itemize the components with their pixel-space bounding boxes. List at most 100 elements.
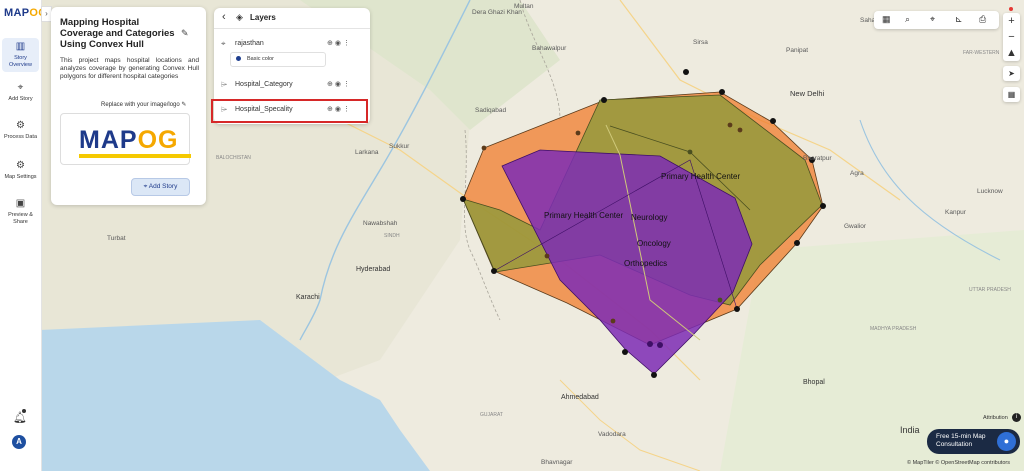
place-label: Multan (514, 3, 534, 10)
hospital-point[interactable] (719, 89, 725, 95)
story-logo[interactable]: MAPOG (60, 113, 191, 165)
measure-icon[interactable]: ⊾ (955, 14, 963, 25)
consult-text: Free 15-min Map Consultation (936, 433, 986, 448)
hospital-point[interactable] (717, 297, 723, 303)
add-story-button[interactable]: ⌖ Add Story (131, 178, 190, 196)
place-label: Ahmedabad (561, 394, 599, 401)
edit-pencil-icon: ✎ (181, 102, 187, 108)
place-label: Hyderabad (356, 266, 390, 273)
place-label: Gwalior (844, 223, 867, 230)
rail-label: Map Settings (4, 174, 37, 180)
hospital-point[interactable] (601, 97, 607, 103)
polygon-label: Neurology (631, 213, 667, 222)
left-rail: MAPOG ▥ Story Overview ⌖ Add Story ⚙ Pro… (0, 0, 47, 471)
place-label: New Delhi (790, 89, 825, 98)
polygon-label: Oncology (637, 239, 671, 248)
layers-title: Layers (250, 13, 276, 22)
hospital-point[interactable] (734, 306, 740, 312)
hospital-point[interactable] (657, 342, 663, 348)
info-icon[interactable]: i (1012, 413, 1021, 422)
zoom-control: + − ▲ (1003, 13, 1020, 61)
attribution-label[interactable]: Attribution (983, 415, 1008, 421)
rail-preview-share[interactable]: ▣ Preview & Share (2, 198, 39, 226)
region-label: BALOCHISTAN (216, 155, 251, 161)
hospital-point[interactable] (575, 130, 581, 136)
hospital-point[interactable] (683, 69, 689, 75)
hospital-point[interactable] (460, 196, 466, 202)
rail-process-data[interactable]: ⚙ Process Data (2, 120, 39, 141)
search-icon[interactable]: ⌕ (905, 14, 910, 25)
story-panel: Mapping Hospital Coverage and Categories… (51, 7, 206, 205)
zoom-out-button[interactable]: − (1003, 29, 1020, 45)
preview-icon: ▣ (15, 198, 26, 209)
rail-label: Story Overview (9, 55, 32, 68)
hospital-point[interactable] (651, 372, 657, 378)
hospital-point[interactable] (820, 203, 826, 209)
layer-name: Hospital_Category (235, 81, 293, 88)
region-label: MADHYA PRADESH (870, 326, 917, 332)
map-icon: ▥ (15, 41, 26, 52)
hospital-point[interactable] (687, 149, 693, 155)
hospital-point[interactable] (647, 341, 653, 347)
place-label: Dera Ghazi Khan (472, 9, 522, 16)
layers-icon: ◈ (236, 12, 243, 22)
rail-map-settings[interactable]: ⚙ Map Settings (2, 160, 39, 181)
hospital-point[interactable] (610, 318, 616, 324)
compass-icon[interactable]: ▲ (1003, 45, 1020, 61)
hospital-point[interactable] (770, 118, 776, 124)
region-label: SINDH (384, 233, 400, 239)
story-title: Mapping Hospital Coverage and Categories… (60, 17, 175, 50)
navigate-icon[interactable]: ➤ (1003, 66, 1020, 81)
place-label: Sirsa (693, 39, 708, 46)
edit-pencil-icon[interactable]: ✎ (181, 28, 189, 39)
process-icon: ⚙ (16, 120, 25, 131)
locate-icon[interactable]: ⌖ (930, 14, 935, 25)
bell-icon[interactable]: 🔔︎ (13, 411, 27, 424)
layer-actions[interactable]: ⊕◉⋮ (327, 39, 352, 47)
gear-icon: ⚙ (16, 160, 25, 171)
pin-icon: ⌖ (17, 82, 24, 93)
back-chevron-icon[interactable]: ‹ (222, 11, 226, 23)
story-description: This project maps hospital locations and… (60, 57, 199, 80)
region-label: UTTAR PRADESH (969, 287, 1011, 293)
polygon-icon: ⌲ (221, 80, 228, 89)
hospital-point[interactable] (491, 268, 497, 274)
rail-label: Process Data (3, 134, 37, 140)
layer-name: rajasthan (235, 40, 264, 47)
rail-label: Add Story (8, 96, 33, 102)
pin-icon: ⌖ (221, 39, 226, 48)
place-label: Karachi (296, 294, 320, 301)
zoom-in-button[interactable]: + (1003, 13, 1020, 29)
layer-hospital-category[interactable]: ⌲ Hospital_Category ⊕◉⋮ (214, 76, 370, 96)
rail-story-overview[interactable]: ▥ Story Overview (2, 38, 39, 72)
hospital-point[interactable] (727, 122, 733, 128)
basic-color-chip[interactable]: Basic color (230, 52, 326, 67)
replace-logo-link[interactable]: Replace with your image/logo ✎ (101, 101, 186, 108)
layer-actions[interactable]: ⊕◉⋮ (327, 80, 352, 88)
print-icon[interactable]: ⎙ (979, 14, 986, 25)
place-label: Bhavnagar (541, 459, 573, 466)
consultation-button[interactable]: Free 15-min Map Consultation ● (927, 429, 1020, 454)
avatar[interactable]: A (12, 435, 26, 449)
polygon-label: Orthopedics (624, 259, 667, 268)
color-dot (236, 56, 241, 62)
pin-icon: ⌖ (143, 183, 148, 190)
hospital-point[interactable] (737, 127, 743, 133)
place-label: Vadodara (598, 431, 626, 438)
hospital-point[interactable] (622, 349, 628, 355)
map-tool-icon[interactable]: ▦ (882, 14, 891, 25)
grid-icon[interactable]: ▦ (1003, 87, 1020, 102)
region-label: GUJARAT (480, 412, 503, 418)
place-label: Agra (850, 170, 864, 177)
copyright-text: © MapTiler © OpenStreetMap contributors (907, 460, 1010, 466)
rail-add-story[interactable]: ⌖ Add Story (2, 82, 39, 103)
layers-header: ‹ ◈ Layers (214, 8, 370, 29)
place-label: Nawabshah (363, 220, 398, 227)
hospital-point[interactable] (544, 253, 550, 259)
hospital-point[interactable] (481, 145, 487, 151)
place-label: Sukkur (389, 143, 410, 150)
notification-dot (22, 409, 26, 413)
polygon-label: Primary Health Center (544, 211, 623, 220)
place-label: India (900, 425, 920, 435)
hospital-point[interactable] (794, 240, 800, 246)
